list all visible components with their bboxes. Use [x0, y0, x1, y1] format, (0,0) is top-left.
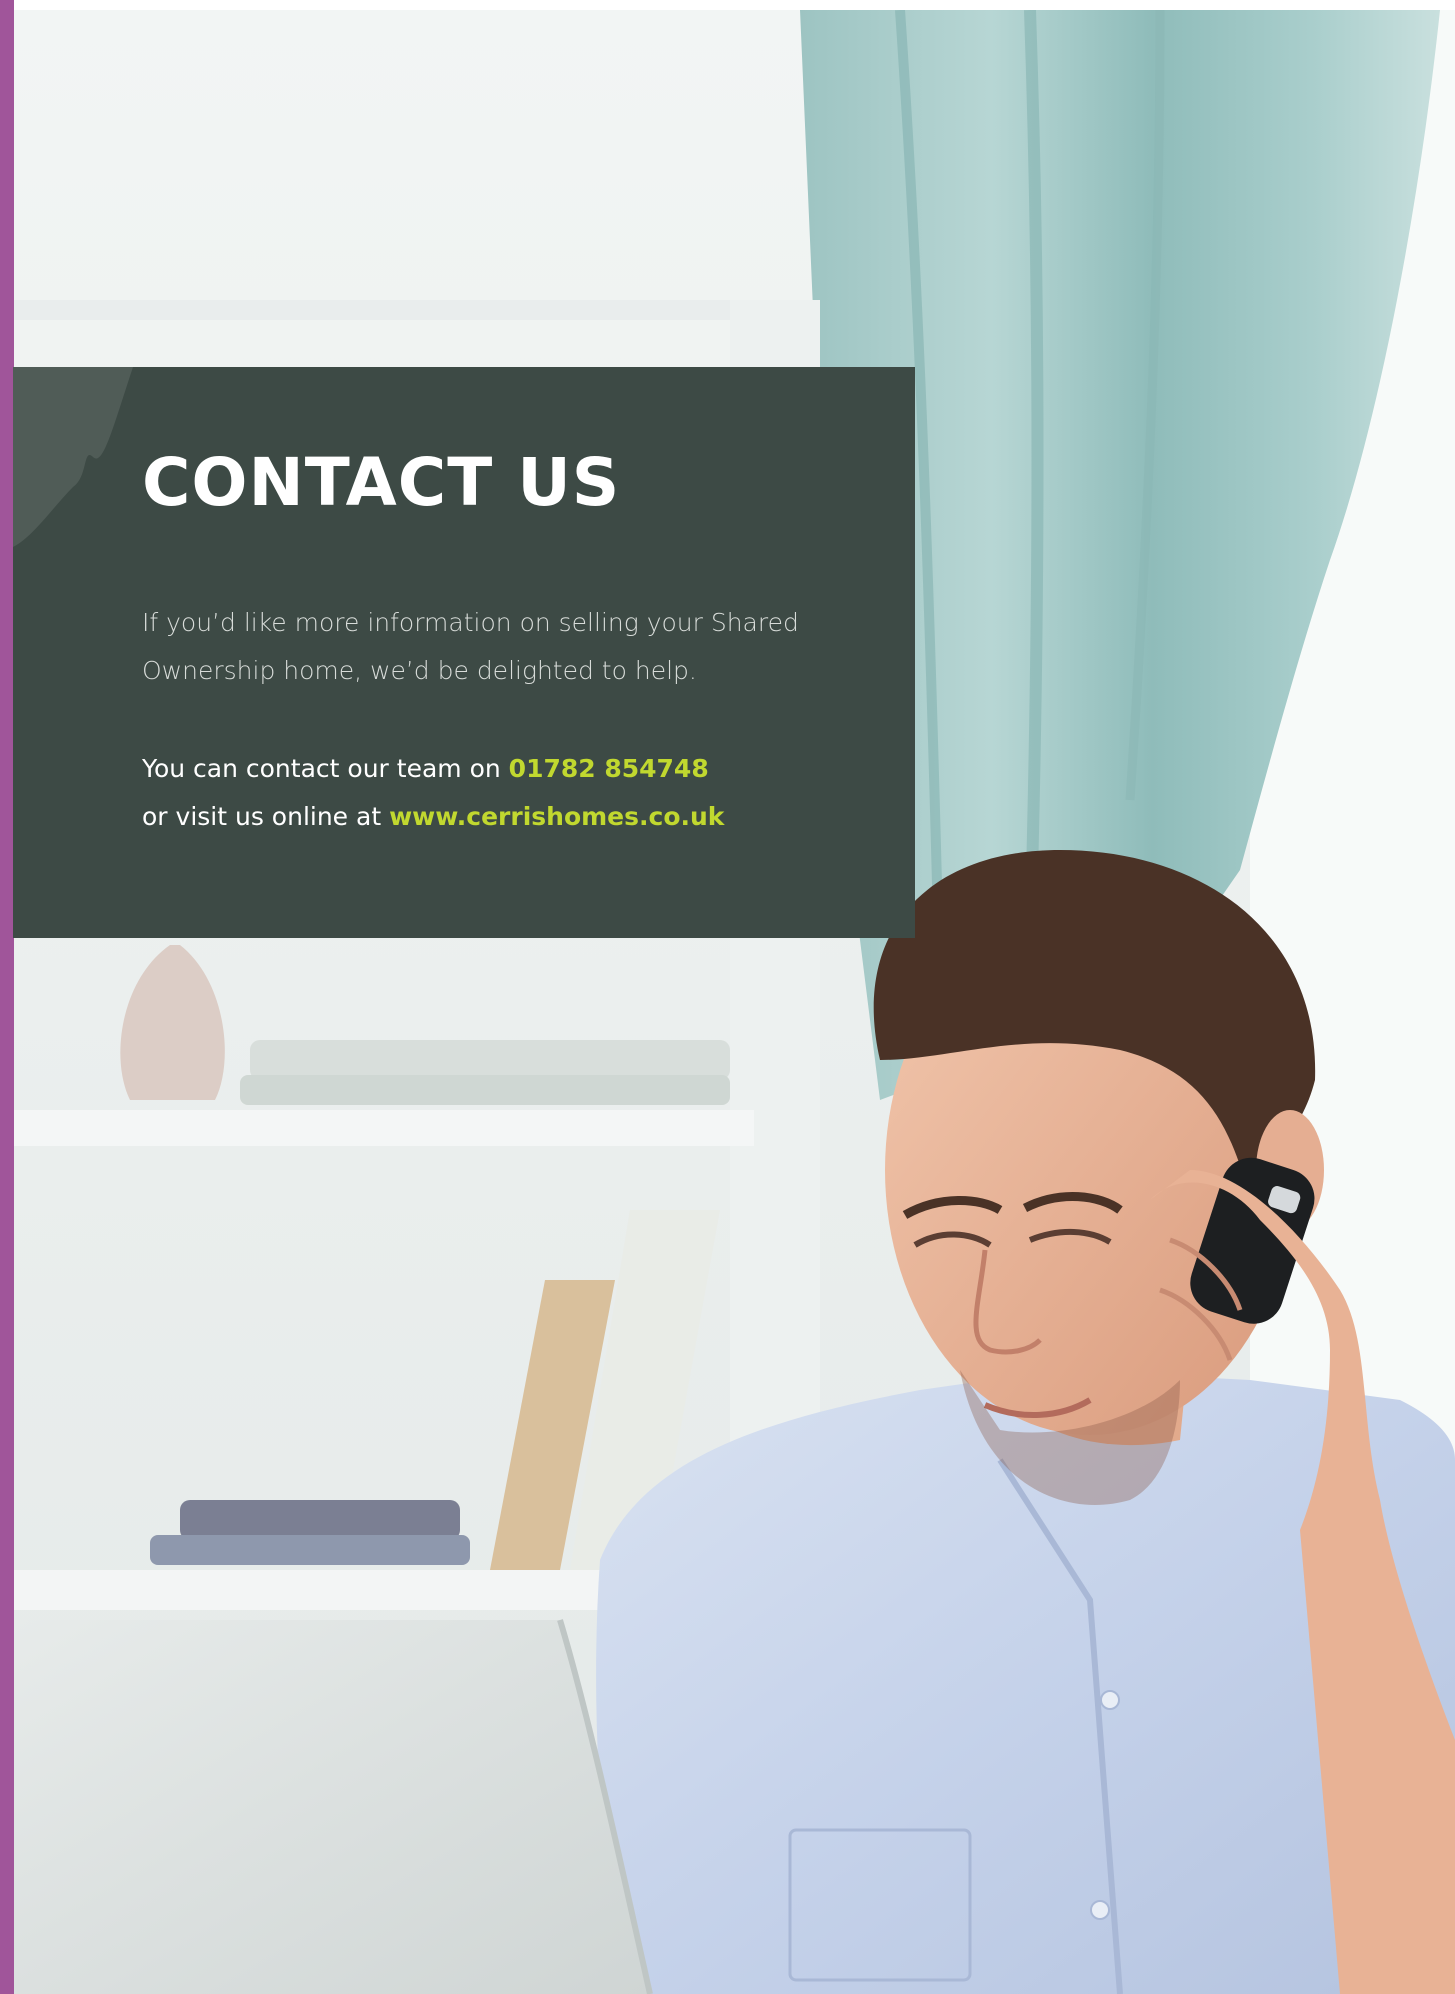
man-on-phone-photo [0, 0, 1455, 1994]
intro-line-1: If you’d like more information on sellin… [142, 608, 799, 637]
intro-text: If you’d like more information on sellin… [142, 599, 862, 695]
intro-line-2: Ownership home, we’d be delighted to hel… [142, 656, 697, 685]
phone-number-link[interactable]: 01782 854748 [509, 754, 709, 783]
website-link[interactable]: www.cerrishomes.co.uk [389, 802, 724, 831]
top-margin [0, 0, 1455, 10]
phone-prefix: You can contact our team on [142, 754, 501, 783]
contact-details: You can contact our team on 01782 854748… [142, 745, 902, 841]
accent-bar [0, 0, 14, 1994]
contact-panel: CONTACT US If you’d like more informatio… [13, 367, 915, 938]
website-prefix: or visit us online at [142, 802, 382, 831]
brochure-page: CONTACT US If you’d like more informatio… [0, 0, 1455, 1994]
decorative-swoosh [13, 367, 133, 547]
page-title: CONTACT US [142, 444, 621, 521]
